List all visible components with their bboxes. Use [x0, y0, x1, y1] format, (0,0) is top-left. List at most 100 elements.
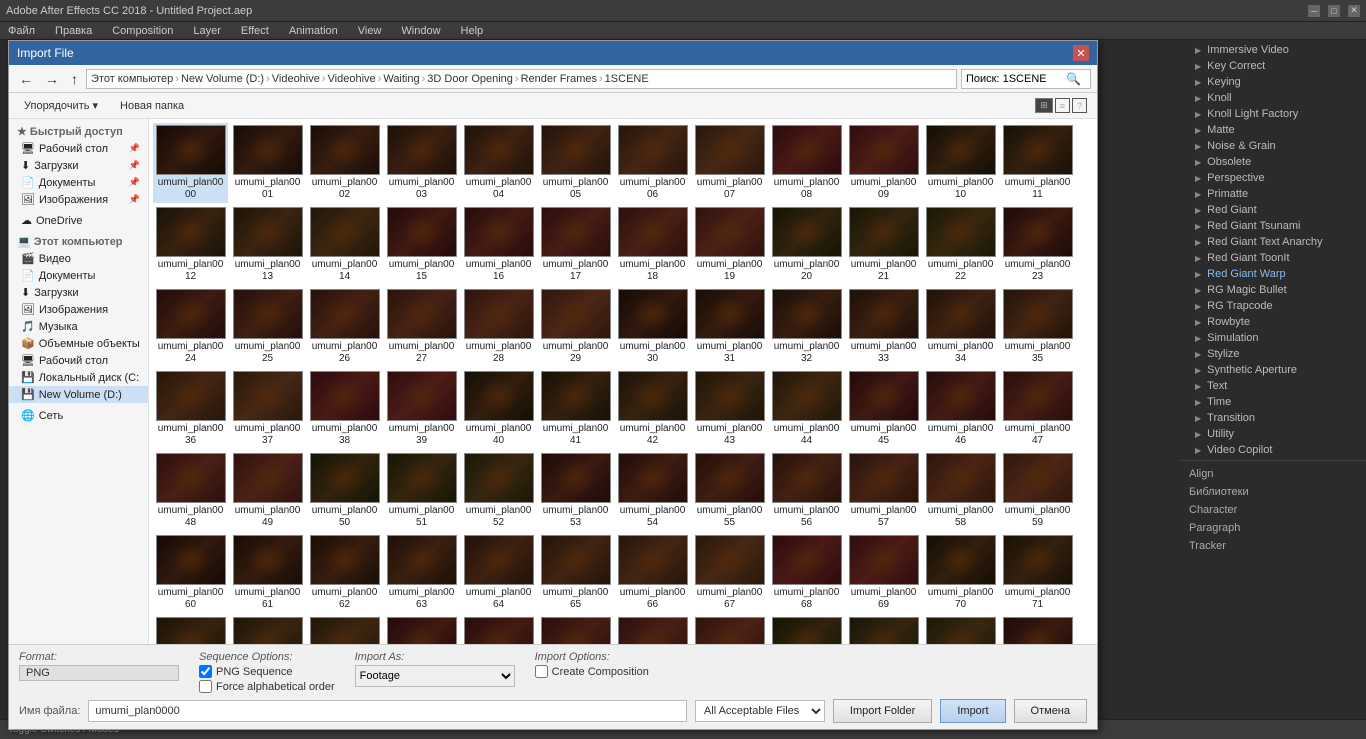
- menu-view[interactable]: View: [354, 25, 386, 37]
- file-item[interactable]: umumi_plan0009: [846, 123, 921, 203]
- file-item[interactable]: umumi_plan0049: [230, 451, 305, 531]
- effect-item[interactable]: Matte: [1181, 122, 1366, 138]
- file-item[interactable]: umumi_plan0006: [615, 123, 690, 203]
- file-item[interactable]: umumi_plan0058: [923, 451, 998, 531]
- align-section[interactable]: Align: [1181, 465, 1366, 483]
- effect-item[interactable]: Red Giant Warp: [1181, 266, 1366, 282]
- import-as-select[interactable]: Footage Composition: [355, 665, 515, 687]
- file-item[interactable]: umumi_plan0025: [230, 287, 305, 367]
- view-details-button[interactable]: ≡: [1055, 98, 1070, 113]
- file-item[interactable]: umumi_plan0008: [769, 123, 844, 203]
- file-item[interactable]: umumi_plan0015: [384, 205, 459, 285]
- file-item[interactable]: umumi_plan0064: [461, 533, 536, 613]
- import-folder-button[interactable]: Import Folder: [833, 699, 932, 723]
- file-item[interactable]: umumi_plan0018: [615, 205, 690, 285]
- file-item[interactable]: umumi_plan0083: [1000, 615, 1075, 644]
- file-item[interactable]: umumi_plan0037: [230, 369, 305, 449]
- sidebar-item-videos[interactable]: 🎬 Видео: [9, 250, 148, 267]
- effect-item[interactable]: Time: [1181, 394, 1366, 410]
- file-item[interactable]: umumi_plan0000: [153, 123, 228, 203]
- sidebar-item-pictures[interactable]: 🖼 Изображения 📌: [9, 191, 148, 208]
- file-item[interactable]: umumi_plan0028: [461, 287, 536, 367]
- tracker-section[interactable]: Tracker: [1181, 537, 1366, 555]
- effect-item[interactable]: Primatte: [1181, 186, 1366, 202]
- file-item[interactable]: umumi_plan0017: [538, 205, 613, 285]
- sidebar-item-imgs[interactable]: 🖼 Изображения: [9, 301, 148, 318]
- file-item[interactable]: umumi_plan0043: [692, 369, 767, 449]
- menu-file[interactable]: Файл: [4, 25, 39, 37]
- menu-help[interactable]: Help: [457, 25, 488, 37]
- new-folder-button[interactable]: Новая папка: [113, 97, 191, 115]
- menu-effect[interactable]: Effect: [237, 25, 273, 37]
- file-item[interactable]: umumi_plan0030: [615, 287, 690, 367]
- sidebar-item-onedrive[interactable]: ☁ OneDrive: [9, 212, 148, 229]
- file-item[interactable]: umumi_plan0071: [1000, 533, 1075, 613]
- sidebar-item-dl[interactable]: ⬇ Загрузки: [9, 284, 148, 301]
- file-item[interactable]: umumi_plan0026: [307, 287, 382, 367]
- file-item[interactable]: umumi_plan0019: [692, 205, 767, 285]
- file-item[interactable]: umumi_plan0080: [769, 615, 844, 644]
- menu-layer[interactable]: Layer: [189, 25, 225, 37]
- sidebar-item-documents[interactable]: 📄 Документы 📌: [9, 174, 148, 191]
- organize-button[interactable]: Упорядочить ▾: [17, 96, 105, 115]
- menu-animation[interactable]: Animation: [285, 25, 342, 37]
- file-item[interactable]: umumi_plan0003: [384, 123, 459, 203]
- file-item[interactable]: umumi_plan0050: [307, 451, 382, 531]
- menu-window[interactable]: Window: [397, 25, 444, 37]
- file-item[interactable]: umumi_plan0022: [923, 205, 998, 285]
- sidebar-item-docs[interactable]: 📄 Документы: [9, 267, 148, 284]
- file-item[interactable]: umumi_plan0047: [1000, 369, 1075, 449]
- import-button[interactable]: Import: [940, 699, 1005, 723]
- menu-edit[interactable]: Правка: [51, 25, 96, 37]
- close-button[interactable]: ✕: [1348, 5, 1360, 17]
- effect-item[interactable]: Simulation: [1181, 330, 1366, 346]
- back-button[interactable]: ←: [15, 69, 37, 89]
- file-item[interactable]: umumi_plan0035: [1000, 287, 1075, 367]
- file-item[interactable]: umumi_plan0034: [923, 287, 998, 367]
- file-item[interactable]: umumi_plan0005: [538, 123, 613, 203]
- sidebar-item-music[interactable]: 🎵 Музыка: [9, 318, 148, 335]
- sidebar-item-network[interactable]: 🌐 Сеть: [9, 407, 148, 424]
- effect-item[interactable]: Perspective: [1181, 170, 1366, 186]
- file-item[interactable]: umumi_plan0081: [846, 615, 921, 644]
- file-item[interactable]: umumi_plan0053: [538, 451, 613, 531]
- effect-item[interactable]: Red Giant ToonIt: [1181, 250, 1366, 266]
- file-item[interactable]: umumi_plan0023: [1000, 205, 1075, 285]
- effect-item[interactable]: Red Giant Text Anarchy: [1181, 234, 1366, 250]
- file-item[interactable]: umumi_plan0068: [769, 533, 844, 613]
- file-item[interactable]: umumi_plan0007: [692, 123, 767, 203]
- file-item[interactable]: umumi_plan0051: [384, 451, 459, 531]
- file-item[interactable]: umumi_plan0029: [538, 287, 613, 367]
- sidebar-item-ddrive[interactable]: 💾 New Volume (D:): [9, 386, 148, 403]
- effect-item[interactable]: RG Trapcode: [1181, 298, 1366, 314]
- file-item[interactable]: umumi_plan0002: [307, 123, 382, 203]
- character-section[interactable]: Character: [1181, 501, 1366, 519]
- file-item[interactable]: umumi_plan0069: [846, 533, 921, 613]
- effect-item[interactable]: Obsolete: [1181, 154, 1366, 170]
- menu-composition[interactable]: Composition: [108, 25, 177, 37]
- search-input[interactable]: [966, 73, 1066, 85]
- effect-item[interactable]: Synthetic Aperture: [1181, 362, 1366, 378]
- sidebar-item-3d[interactable]: 📦 Объемные объекты: [9, 335, 148, 352]
- up-button[interactable]: ↑: [67, 69, 82, 89]
- minimize-button[interactable]: ─: [1308, 5, 1320, 17]
- file-item[interactable]: umumi_plan0055: [692, 451, 767, 531]
- file-item[interactable]: umumi_plan0076: [461, 615, 536, 644]
- file-item[interactable]: umumi_plan0078: [615, 615, 690, 644]
- libraries-section[interactable]: Библиотеки: [1181, 483, 1366, 501]
- file-item[interactable]: umumi_plan0048: [153, 451, 228, 531]
- file-item[interactable]: umumi_plan0057: [846, 451, 921, 531]
- file-item[interactable]: umumi_plan0072: [153, 615, 228, 644]
- sidebar-item-cdrive[interactable]: 💾 Локальный диск (C:: [9, 369, 148, 386]
- file-item[interactable]: umumi_plan0014: [307, 205, 382, 285]
- file-item[interactable]: umumi_plan0041: [538, 369, 613, 449]
- cancel-button[interactable]: Отмена: [1014, 699, 1087, 723]
- effect-item[interactable]: Transition: [1181, 410, 1366, 426]
- file-item[interactable]: umumi_plan0075: [384, 615, 459, 644]
- file-item[interactable]: umumi_plan0056: [769, 451, 844, 531]
- effect-item[interactable]: Knoll Light Factory: [1181, 106, 1366, 122]
- search-box[interactable]: 🔍: [961, 69, 1091, 89]
- maximize-button[interactable]: □: [1328, 5, 1340, 17]
- sidebar-item-desktop[interactable]: 🖥 Рабочий стол 📌: [9, 140, 148, 157]
- file-item[interactable]: umumi_plan0020: [769, 205, 844, 285]
